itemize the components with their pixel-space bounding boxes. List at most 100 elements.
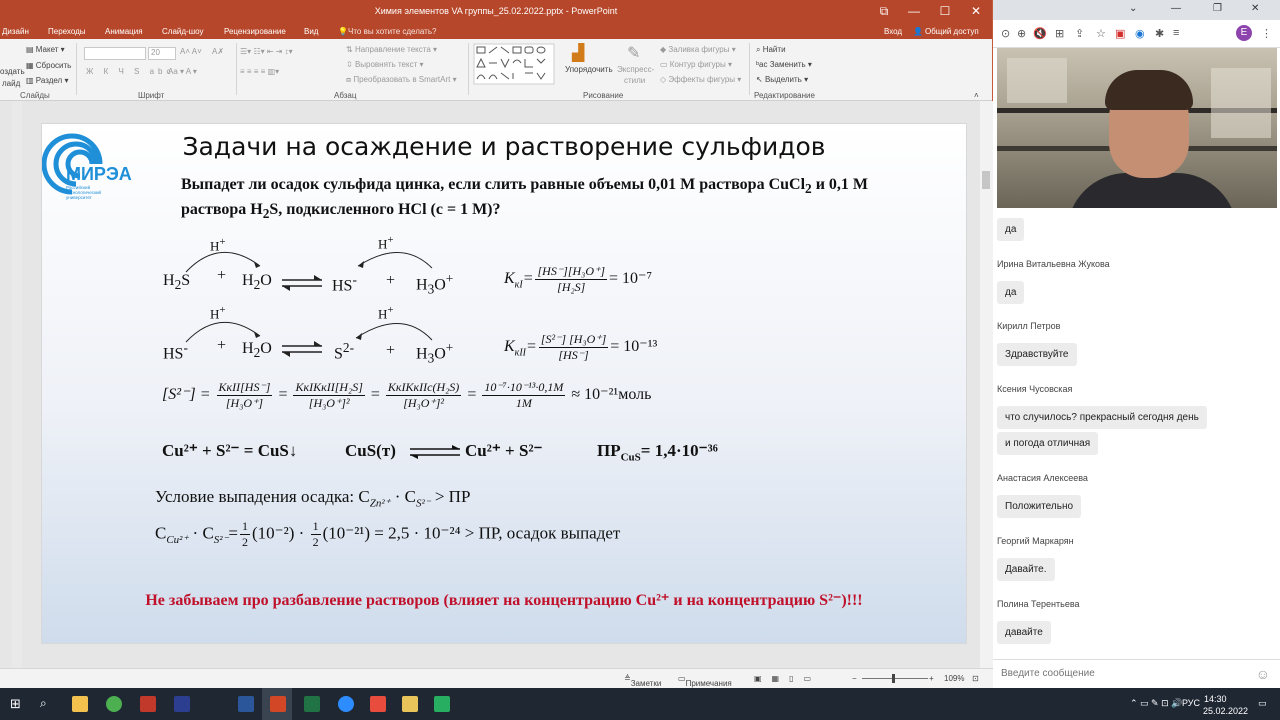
align-text-button[interactable]: ⇳ Выровнять текст ▾: [346, 60, 424, 69]
chrome-icon[interactable]: [106, 696, 122, 712]
font-color-icon[interactable]: Aa ▾ A ▾: [168, 67, 197, 76]
notification-icon[interactable]: ▭: [1258, 698, 1267, 709]
tab-search-icon-2[interactable]: ≡: [1173, 27, 1179, 39]
equilibrium-arrows: [410, 445, 460, 459]
pdf-extension-icon[interactable]: ▣: [1115, 27, 1125, 40]
eq2-plus-2: +: [386, 342, 396, 359]
app-icon-2[interactable]: [370, 696, 386, 712]
select-button[interactable]: ↖ Выделить ▾: [756, 75, 808, 84]
zoom-level[interactable]: 109%: [944, 674, 964, 683]
collapse-ribbon-icon[interactable]: ˄: [974, 91, 979, 100]
language-indicator[interactable]: РУС: [1182, 698, 1200, 708]
file-explorer-icon[interactable]: [72, 696, 88, 712]
app-icon[interactable]: [140, 696, 156, 712]
reset-button[interactable]: ▦ Сбросить: [26, 61, 71, 70]
smartart-button[interactable]: ⧈ Преобразовать в SmartArt ▾: [346, 75, 457, 85]
puzzle-icon[interactable]: ✱: [1155, 27, 1164, 40]
shapes-gallery[interactable]: [473, 43, 555, 85]
tab-animation[interactable]: Анимация: [105, 27, 143, 36]
share-button[interactable]: Общий доступ: [925, 27, 979, 36]
word-icon[interactable]: [238, 696, 254, 712]
tab-review[interactable]: Рецензирование: [224, 27, 286, 36]
signin-link[interactable]: Вход: [884, 27, 902, 36]
profile-avatar[interactable]: E: [1236, 25, 1252, 41]
calculator-icon[interactable]: [174, 696, 190, 712]
chat-message: да: [997, 281, 1025, 304]
fit-slide-icon[interactable]: ⊡: [972, 674, 979, 683]
tray-icons[interactable]: ⌃ ▭ ✎ ⊡ 🔊: [1130, 698, 1182, 709]
find-button[interactable]: ⌕ Найти: [756, 45, 786, 55]
slide-scrollbar[interactable]: [980, 101, 993, 668]
eq1-water: H2O: [242, 272, 272, 293]
replace-button[interactable]: ᵇac Заменить ▾: [756, 60, 812, 69]
share-icon[interactable]: ⇪: [1075, 27, 1084, 40]
excel-icon[interactable]: [304, 696, 320, 712]
comments-button[interactable]: ▭ Примечания: [678, 674, 732, 688]
list-buttons[interactable]: ☰▾ ☷▾ ⇤ ⇥ ↕▾: [240, 47, 293, 56]
tab-slideshow[interactable]: Слайд-шоу: [162, 27, 203, 36]
zoom-slider-thumb[interactable]: [892, 674, 895, 683]
slide-canvas[interactable]: МИРЭА Российский технологический универс…: [41, 123, 967, 644]
quick-styles-label-2[interactable]: стили: [624, 76, 645, 85]
eq2-hydronium: H3O+: [416, 340, 454, 366]
clear-format-icon[interactable]: A✗: [212, 47, 224, 56]
person-body: [1067, 173, 1237, 208]
windows-start-icon[interactable]: ⊞: [10, 696, 21, 712]
clock-date[interactable]: 25.02.2022: [1203, 706, 1248, 716]
arrange-button[interactable]: Упорядочить: [565, 65, 613, 74]
tab-search-icon[interactable]: ⌄: [1129, 3, 1137, 14]
font-size-input[interactable]: 20: [148, 47, 176, 60]
zoom-slider[interactable]: [862, 678, 928, 679]
close-icon[interactable]: ✕: [966, 4, 986, 18]
font-name-input[interactable]: [84, 47, 146, 60]
emoji-icon[interactable]: ☺: [1256, 666, 1270, 682]
zoom-in-icon[interactable]: +: [929, 674, 934, 683]
grow-font-icon[interactable]: A˄ A˅: [180, 47, 202, 56]
bookmark-star-icon[interactable]: ☆: [1096, 27, 1106, 40]
notes-button[interactable]: ≜ Заметки: [624, 674, 661, 688]
shape-effects-button[interactable]: ◇ Эффекты фигуры ▾: [660, 75, 741, 84]
tell-me-input[interactable]: Что вы хотите сделать?: [348, 27, 436, 36]
tab-transitions[interactable]: Переходы: [48, 27, 86, 36]
message-input[interactable]: [1001, 668, 1241, 679]
scrollbar-thumb[interactable]: [982, 171, 990, 189]
extension-icon[interactable]: ◉: [1135, 27, 1145, 40]
minimize-icon[interactable]: —: [1171, 3, 1181, 14]
share-user-icon: 👤: [913, 27, 923, 36]
shape-outline-button[interactable]: ▭ Контур фигуры ▾: [660, 60, 732, 69]
new-slide-label-1[interactable]: оздать: [0, 67, 25, 76]
app-icon-3[interactable]: [434, 696, 450, 712]
tab-view[interactable]: Вид: [304, 27, 318, 36]
quick-styles-label-1[interactable]: Экспресс-: [617, 65, 654, 74]
voice-icon[interactable]: 🔇: [1033, 27, 1047, 40]
section-button[interactable]: ▥ Раздел ▾: [26, 76, 68, 85]
menu-icon[interactable]: ⋮: [1261, 27, 1272, 40]
ribbon-display-icon[interactable]: ⧉: [874, 4, 894, 19]
maximize-icon[interactable]: ☐: [935, 4, 955, 18]
thumbnail-scrollbar[interactable]: [12, 101, 22, 668]
format-buttons[interactable]: Ж К Ч S abc: [86, 67, 175, 76]
close-icon[interactable]: ✕: [1251, 3, 1259, 14]
svg-text:университет: университет: [66, 195, 92, 200]
zoom-out-icon[interactable]: −: [852, 674, 857, 683]
shape-fill-button[interactable]: ◆ Заливка фигуры ▾: [660, 45, 736, 54]
view-buttons[interactable]: ▣▦▯▭: [754, 674, 821, 683]
restore-icon[interactable]: ❐: [1213, 3, 1222, 14]
eq2-plus: +: [217, 337, 227, 354]
minimize-icon[interactable]: —: [904, 4, 924, 18]
text-direction-button[interactable]: ⇅ Направление текста ▾: [346, 45, 437, 54]
folder-icon[interactable]: [402, 696, 418, 712]
new-slide-label-2[interactable]: лайд: [2, 79, 20, 88]
search-icon[interactable]: ⌕: [40, 696, 47, 711]
install-icon[interactable]: ⊞: [1055, 27, 1064, 40]
zoom-app-icon[interactable]: [338, 696, 354, 712]
powerpoint-icon[interactable]: [270, 696, 286, 712]
tab-design[interactable]: Дизайн: [2, 27, 29, 36]
lens-icon[interactable]: ⊙: [1001, 27, 1010, 40]
eq2-proton-right: H+: [378, 304, 394, 322]
layout-button[interactable]: ▤ Макет ▾: [26, 45, 65, 54]
clock-time[interactable]: 14:30: [1204, 694, 1227, 704]
zoom-icon[interactable]: ⊕: [1017, 27, 1026, 40]
align-buttons[interactable]: ≡ ≡ ≡ ≡ ▥▾: [240, 67, 279, 76]
person-hair: [1105, 70, 1193, 110]
